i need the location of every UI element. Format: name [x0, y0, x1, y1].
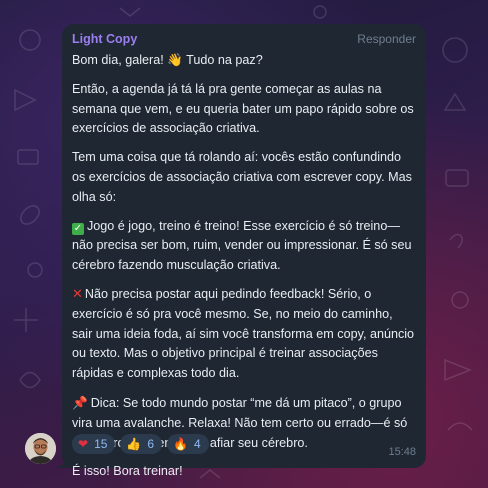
reaction-thumbs-up[interactable]: 👍 6 [120, 434, 163, 454]
heart-icon: ❤ [78, 437, 89, 451]
reaction-count: 4 [194, 437, 201, 451]
cross-mark-icon: ✕ [72, 286, 83, 302]
message-paragraph-greeting: Bom dia, galera! 👋 Tudo na paz? [72, 51, 416, 71]
paragraph-3-text: Jogo é jogo, treino é treino! Esse exerc… [72, 218, 412, 273]
avatar[interactable] [25, 433, 56, 464]
message-bubble[interactable]: Light Copy Responder Bom dia, galera! 👋 … [62, 24, 426, 478]
sender-name[interactable]: Light Copy [72, 32, 137, 46]
avatar-image [25, 433, 56, 464]
message-timestamp: 15:48 [388, 446, 416, 458]
thumbs-up-icon: 👍 [126, 437, 142, 451]
message-paragraph-6: É isso! Bora treinar! [72, 464, 183, 479]
reaction-count: 6 [147, 437, 155, 451]
check-mark-icon: ✓ [72, 222, 84, 235]
reactions-bar: ❤ 15 👍 6 🔥 4 [72, 434, 209, 454]
reply-button[interactable]: Responder [357, 32, 416, 46]
message-header: Light Copy Responder [72, 31, 416, 47]
greeting-text: Bom dia, galera! 👋 Tudo na paz? [72, 53, 263, 67]
pushpin-icon: 📌 [72, 394, 88, 410]
message-text: Bom dia, galera! 👋 Tudo na paz? Então, a… [72, 51, 416, 482]
reaction-count: 15 [94, 437, 108, 451]
message-paragraph-4: ✕ Não precisa postar aqui pedindo feedbac… [72, 285, 416, 384]
message-paragraph-3: ✓ Jogo é jogo, treino é treino! Esse exer… [72, 217, 416, 276]
paragraph-4-text: Não precisa postar aqui pedindo feedback… [72, 286, 415, 381]
reaction-heart[interactable]: ❤ 15 [72, 434, 116, 454]
reaction-fire[interactable]: 🔥 4 [167, 434, 209, 454]
fire-icon: 🔥 [173, 437, 189, 451]
message-paragraph-1: Então, a agenda já tá lá pra gente começ… [72, 81, 414, 136]
message-paragraph-2: Tem uma coisa que tá rolando aí: vocês e… [72, 150, 412, 204]
